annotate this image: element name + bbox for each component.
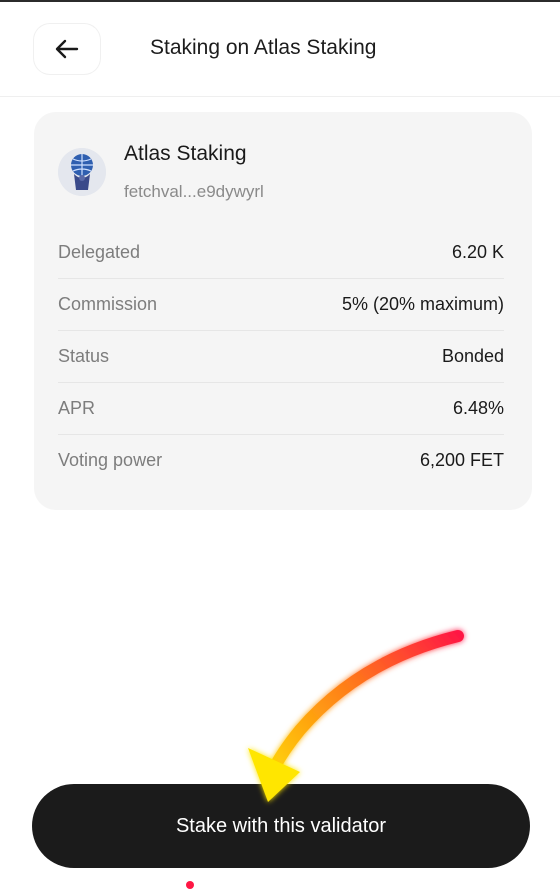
detail-label: Voting power	[58, 450, 163, 470]
validator-name: Atlas Staking	[124, 142, 247, 165]
detail-value: 5% (20% maximum)	[341, 294, 504, 314]
page-header: Staking on Atlas Staking	[0, 2, 560, 97]
detail-label: Status	[58, 346, 110, 366]
validator-details: Delegated 6.20 K Commission 5% (20% maxi…	[58, 227, 504, 486]
detail-row-delegated: Delegated 6.20 K	[58, 227, 504, 279]
detail-label: Delegated	[58, 242, 141, 262]
detail-value: Bonded	[441, 346, 504, 366]
validator-address: fetchval...e9dywyrl	[124, 182, 264, 201]
stake-button[interactable]: Stake with this validator	[32, 784, 530, 868]
detail-row-status: Status Bonded	[58, 331, 504, 383]
detail-row-apr: APR 6.48%	[58, 383, 504, 435]
validator-avatar	[58, 148, 106, 196]
detail-value: 6.48%	[452, 398, 504, 418]
arrow-left-icon	[55, 39, 79, 59]
detail-label: Commission	[58, 294, 158, 314]
atlas-globe-logo-icon	[58, 148, 106, 196]
detail-row-voting-power: Voting power 6,200 FET	[58, 435, 504, 486]
detail-value: 6,200 FET	[419, 450, 504, 470]
detail-row-commission: Commission 5% (20% maximum)	[58, 279, 504, 331]
back-button[interactable]	[34, 24, 100, 74]
detail-value: 6.20 K	[451, 242, 504, 262]
detail-label: APR	[58, 398, 96, 418]
validator-card: Atlas Staking fetchval...e9dywyrl Delega…	[34, 112, 532, 510]
page-title: Staking on Atlas Staking	[150, 36, 377, 59]
